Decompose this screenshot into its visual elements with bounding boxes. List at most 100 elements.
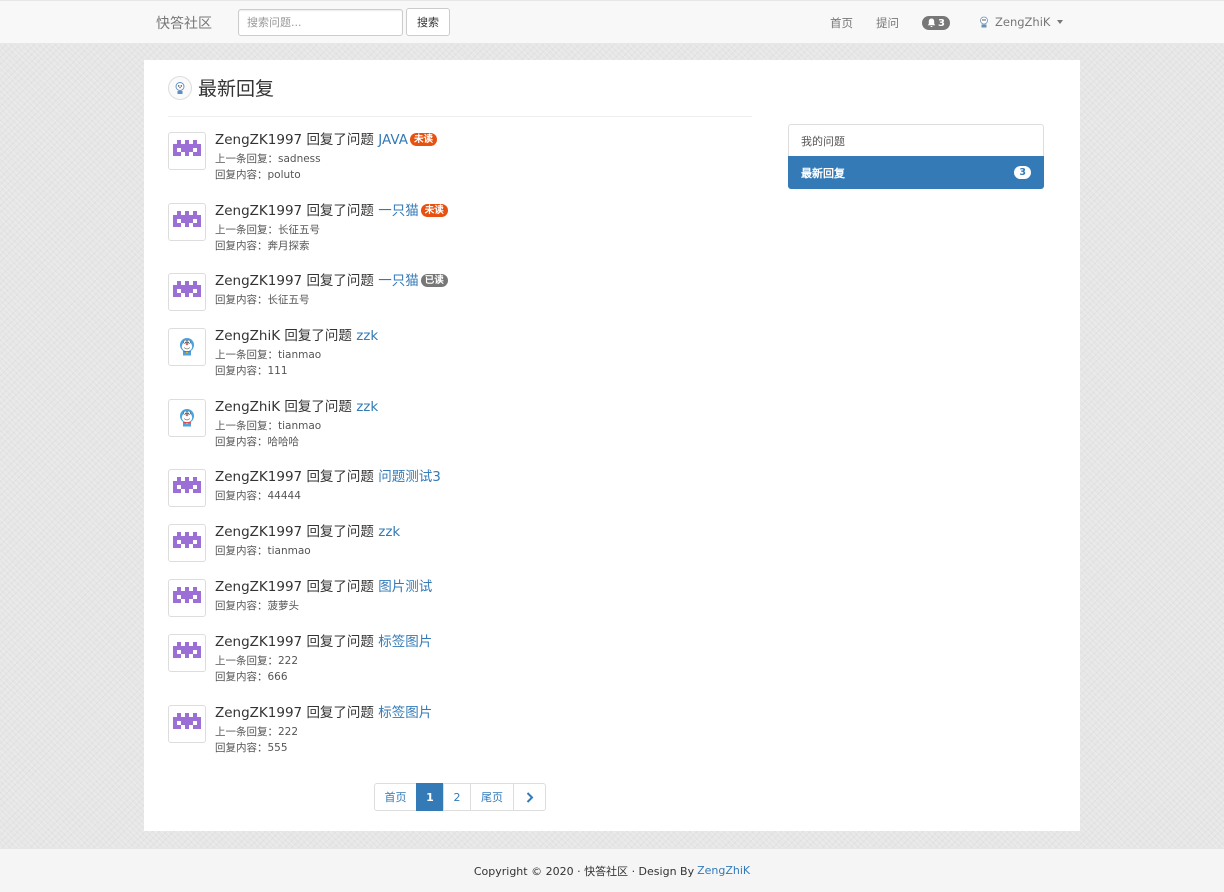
reply-username: ZengZK1997 xyxy=(215,524,303,540)
doraemon-avatar-icon xyxy=(180,338,194,356)
search-input[interactable] xyxy=(238,9,403,36)
reply-body: ZengZK1997 回复了问题 一只猫 已读回复内容：长征五号 xyxy=(215,273,448,308)
reply-body: ZengZK1997 回复了问题 问题测试3 回复内容：44444 xyxy=(215,469,441,504)
brand-logo[interactable]: 快答社区 xyxy=(156,13,212,33)
reply-detail-line: 回复内容：poluto xyxy=(215,169,301,181)
reply-question-link[interactable]: zzk xyxy=(356,328,378,344)
top-navbar: 快答社区 搜索 首页 提问 3 ZengZhiK xyxy=(0,0,1224,44)
user-menu-dropdown[interactable]: ZengZhiK xyxy=(978,15,1064,29)
reply-user-avatar[interactable] xyxy=(168,634,206,672)
reply-question-link[interactable]: 问题测试3 xyxy=(378,469,441,485)
reply-detail-line: 上一条回复：长征五号 xyxy=(215,224,320,236)
reply-username: ZengZK1997 xyxy=(215,705,303,721)
reply-question-link[interactable]: 标签图片 xyxy=(378,705,432,721)
reply-user-avatar[interactable] xyxy=(168,132,206,170)
reply-action: 回复了问题 xyxy=(306,203,374,219)
main-content-card: 最新回复 ZengZK1997 回复了问题 JAVA 未读上一条回复：sadnes… xyxy=(144,60,1080,831)
read-status-badge: 已读 xyxy=(420,274,448,287)
reply-detail-line: 回复内容：长征五号 xyxy=(215,294,310,306)
reply-action: 回复了问题 xyxy=(306,705,374,721)
pagination: 首页 1 2 尾页 xyxy=(374,783,546,811)
reply-body: ZengZK1997 回复了问题 一只猫 未读上一条回复：长征五号 回复内容：奔月探… xyxy=(215,203,448,254)
sidebar-item-label: 最新回复 xyxy=(801,166,845,180)
reply-detail-line: 上一条回复：222 xyxy=(215,726,299,738)
sidebar-menu: 我的问题最新回复 3 xyxy=(788,124,1044,189)
reply-headline: ZengZK1997 回复了问题 标签图片 xyxy=(215,705,432,721)
reply-question-link[interactable]: 一只猫 xyxy=(378,273,419,289)
nav-ask-link[interactable]: 提问 xyxy=(876,15,899,31)
reply-headline: ZengZK1997 回复了问题 zzk xyxy=(215,524,400,540)
search-button[interactable]: 搜索 xyxy=(406,8,450,36)
reply-user-avatar[interactable] xyxy=(168,328,206,366)
reply-action: 回复了问题 xyxy=(306,132,374,148)
reply-question-link[interactable]: 一只猫 xyxy=(378,203,419,219)
pagination-last[interactable]: 尾页 xyxy=(470,783,514,811)
reply-username: ZengZK1997 xyxy=(215,579,303,595)
read-status-badge: 未读 xyxy=(409,133,437,146)
reply-user-avatar[interactable] xyxy=(168,524,206,562)
pixel-avatar-icon xyxy=(173,140,201,156)
reply-action: 回复了问题 xyxy=(306,579,374,595)
reply-action: 回复了问题 xyxy=(306,273,374,289)
reply-question-link[interactable]: 标签图片 xyxy=(378,634,432,650)
sidebar-item-label: 我的问题 xyxy=(801,134,845,148)
reply-headline: ZengZK1997 回复了问题 问题测试3 xyxy=(215,469,441,485)
reply-action: 回复了问题 xyxy=(306,524,374,540)
caret-down-icon xyxy=(1057,20,1064,24)
reply-user-avatar[interactable] xyxy=(168,399,206,437)
reply-detail-line: 回复内容：44444 xyxy=(215,490,301,502)
pixel-avatar-icon xyxy=(173,532,201,548)
sidebar-item-count-badge: 3 xyxy=(1014,166,1031,179)
reply-detail-line: 上一条回复：tianmao xyxy=(215,349,322,361)
user-avatar-icon xyxy=(980,16,988,28)
page-header: 最新回复 xyxy=(168,74,274,101)
reply-body: ZengZK1997 回复了问题 图片测试 回复内容：菠萝头 xyxy=(215,579,432,614)
reply-headline: ZengZK1997 回复了问题 一只猫 未读 xyxy=(215,203,448,219)
reply-question-link[interactable]: zzk xyxy=(378,524,400,540)
reply-detail-line: 回复内容：哈哈哈 xyxy=(215,436,299,448)
reply-user-avatar[interactable] xyxy=(168,273,206,311)
reply-headline: ZengZK1997 回复了问题 标签图片 xyxy=(215,634,432,650)
reply-body: ZengZhiK 回复了问题 zzk 上一条回复：tianmao 回复内容：哈哈哈 xyxy=(215,399,378,450)
reply-detail-line: 回复内容：666 xyxy=(215,671,288,683)
reply-question-link[interactable]: JAVA xyxy=(378,132,408,148)
reply-headline: ZengZK1997 回复了问题 图片测试 xyxy=(215,579,432,595)
header-avatar-icon xyxy=(168,75,192,100)
chevron-right-icon xyxy=(526,791,533,803)
reply-question-link[interactable]: 图片测试 xyxy=(378,579,432,595)
pagination-first[interactable]: 首页 xyxy=(374,783,417,811)
reply-user-avatar[interactable] xyxy=(168,705,206,743)
reply-username: ZengZK1997 xyxy=(215,273,303,289)
reply-action: 回复了问题 xyxy=(284,399,352,415)
reply-user-avatar[interactable] xyxy=(168,579,206,617)
reply-headline: ZengZK1997 回复了问题 一只猫 已读 xyxy=(215,273,448,289)
footer-author-link[interactable]: ZengZhiK xyxy=(697,864,750,877)
reply-headline: ZengZK1997 回复了问题 JAVA 未读 xyxy=(215,132,437,148)
pixel-avatar-icon xyxy=(173,587,201,603)
pixel-avatar-icon xyxy=(173,642,201,658)
header-divider xyxy=(168,116,752,117)
sidebar-item-latest-replies[interactable]: 最新回复 3 xyxy=(788,156,1044,189)
pagination-page-2[interactable]: 2 xyxy=(443,783,471,811)
pagination-next[interactable] xyxy=(513,783,546,811)
bell-icon xyxy=(927,18,936,28)
reply-detail-line: 上一条回复：222 xyxy=(215,655,299,667)
reply-action: 回复了问题 xyxy=(306,469,374,485)
reply-detail-line: 回复内容：555 xyxy=(215,742,288,754)
pixel-avatar-icon xyxy=(173,281,201,297)
reply-detail-line: 回复内容：奔月探索 xyxy=(215,240,310,252)
reply-user-avatar[interactable] xyxy=(168,203,206,241)
pagination-page-1[interactable]: 1 xyxy=(416,783,444,811)
reply-body: ZengZK1997 回复了问题 zzk 回复内容：tianmao xyxy=(215,524,400,559)
reply-detail-line: 上一条回复：sadness xyxy=(215,153,321,165)
reply-question-link[interactable]: zzk xyxy=(356,399,378,415)
sidebar-item-my-questions[interactable]: 我的问题 xyxy=(788,124,1044,157)
reply-username: ZengZK1997 xyxy=(215,203,303,219)
reply-body: ZengZhiK 回复了问题 zzk 上一条回复：tianmao 回复内容：111 xyxy=(215,328,378,379)
reply-body: ZengZK1997 回复了问题 标签图片上一条回复：222 回复内容：555 xyxy=(215,705,432,756)
notification-badge[interactable]: 3 xyxy=(922,16,950,30)
reply-headline: ZengZhiK 回复了问题 zzk xyxy=(215,328,378,344)
reply-user-avatar[interactable] xyxy=(168,469,206,507)
nav-home-link[interactable]: 首页 xyxy=(830,15,853,31)
page-title: 最新回复 xyxy=(198,78,275,100)
